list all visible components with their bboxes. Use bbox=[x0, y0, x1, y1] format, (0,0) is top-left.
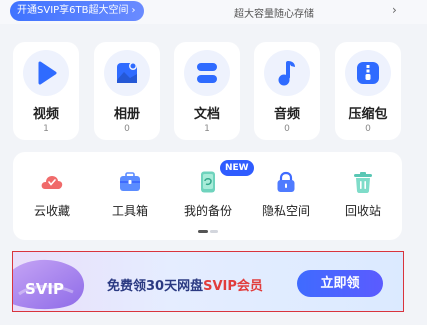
video-icon-bg bbox=[23, 50, 69, 96]
zip-icon bbox=[357, 62, 379, 84]
storage-tagline: 超大容量随心存储 bbox=[234, 9, 314, 20]
audio-icon-bg bbox=[264, 50, 310, 96]
trash-icon bbox=[354, 172, 372, 193]
category-count: 1 bbox=[43, 124, 49, 134]
tool-recycle-bin[interactable]: 回收站 bbox=[324, 166, 402, 226]
category-label: 文档 bbox=[193, 107, 220, 122]
category-documents[interactable]: 文档 1 bbox=[174, 42, 240, 140]
tool-label: 我的备份 bbox=[183, 204, 232, 218]
category-count: 1 bbox=[204, 124, 210, 134]
top-promo-bar[interactable]: 开通SVIP享6TB超大空间 › 超大容量随心存储 › bbox=[0, 0, 427, 24]
chevron-right-icon[interactable]: › bbox=[392, 3, 397, 17]
photo-icon bbox=[117, 62, 137, 83]
tool-label: 工具箱 bbox=[111, 204, 148, 218]
ad-title-prefix: 免费领30天网盘 bbox=[107, 279, 204, 294]
category-count: 0 bbox=[284, 124, 290, 134]
play-icon bbox=[38, 61, 57, 85]
chevron-right-icon: › bbox=[131, 5, 136, 16]
toolbox-icon bbox=[120, 172, 140, 191]
tool-private-space[interactable]: 隐私空间 bbox=[247, 166, 325, 226]
photo-icon-bg bbox=[104, 50, 150, 96]
tool-label: 隐私空间 bbox=[261, 204, 310, 218]
claim-now-button[interactable]: 立即领 bbox=[297, 270, 383, 297]
category-count: 0 bbox=[124, 124, 130, 134]
category-label: 相册 bbox=[113, 107, 140, 122]
document-icon-bg bbox=[184, 50, 230, 96]
page-dot bbox=[210, 230, 218, 233]
new-badge: NEW bbox=[220, 160, 254, 176]
category-label: 视频 bbox=[32, 107, 59, 122]
zip-icon-bg bbox=[345, 50, 391, 96]
page-dot-active bbox=[198, 230, 208, 233]
category-count: 0 bbox=[365, 124, 371, 134]
cloud-bookmark-icon bbox=[41, 176, 63, 189]
category-archives[interactable]: 压缩包 0 bbox=[335, 42, 401, 140]
document-icon bbox=[197, 63, 217, 83]
svip-upgrade-pill[interactable]: 开通SVIP享6TB超大空间 › bbox=[10, 1, 144, 21]
category-audio[interactable]: 音频 0 bbox=[254, 42, 320, 140]
svip-upgrade-label: 开通SVIP享6TB超大空间 bbox=[17, 5, 129, 16]
category-video[interactable]: 视频 1 bbox=[13, 42, 79, 140]
tool-cloud-favorites[interactable]: 云收藏 bbox=[13, 166, 91, 226]
tools-panel: 云收藏 工具箱 我的备份 隐私空间 回收站 NEW bbox=[13, 152, 402, 240]
tool-toolbox[interactable]: 工具箱 bbox=[91, 166, 169, 226]
category-label: 压缩包 bbox=[348, 107, 388, 122]
ad-title: 免费领30天网盘SVIP会员 bbox=[107, 275, 263, 294]
svip-logo-icon: SVIP bbox=[13, 259, 84, 310]
tool-label: 云收藏 bbox=[33, 204, 70, 218]
category-label: 音频 bbox=[273, 107, 300, 122]
svip-logo-text: SVIP bbox=[25, 280, 64, 298]
phone-backup-icon bbox=[201, 171, 215, 193]
ad-title-highlight: SVIP会员 bbox=[203, 279, 263, 294]
category-photos[interactable]: 相册 0 bbox=[94, 42, 160, 140]
music-note-icon bbox=[278, 61, 295, 86]
lock-icon bbox=[277, 171, 295, 192]
svip-ad-banner[interactable]: SVIP 免费领30天网盘SVIP会员 立即领 bbox=[12, 251, 404, 312]
tool-label: 回收站 bbox=[344, 204, 381, 218]
